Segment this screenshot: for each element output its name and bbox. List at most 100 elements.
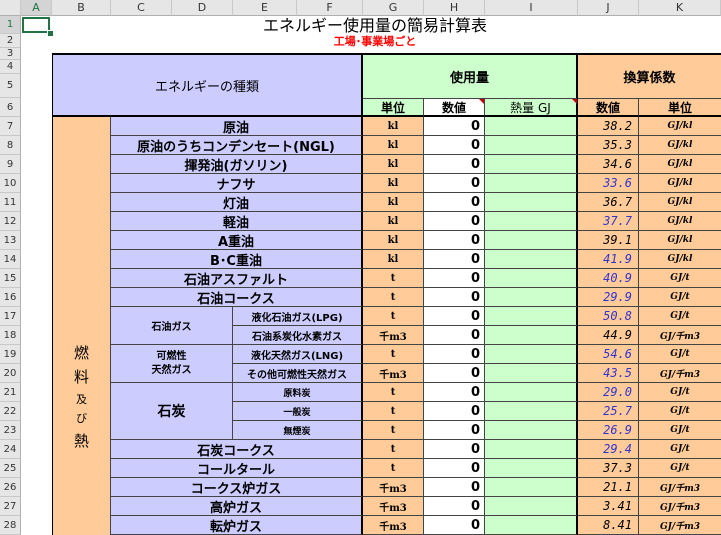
coef-unit-cell: GJ/kl	[639, 136, 721, 155]
usage-value-input[interactable]: 0	[424, 174, 485, 193]
usage-value-input[interactable]: 0	[424, 212, 485, 231]
column-header-A[interactable]: A	[21, 0, 52, 16]
comment-indicator	[572, 99, 577, 104]
selected-cell-A1[interactable]	[22, 17, 50, 33]
fuel-name: その他可燃性天然ガス	[247, 369, 347, 381]
fill-handle[interactable]	[47, 30, 54, 37]
coef-unit: GJ/t	[670, 311, 690, 321]
usage-value-input[interactable]: 0	[424, 136, 485, 155]
usage-value-input[interactable]: 0	[424, 497, 485, 516]
usage-value-input[interactable]: 0	[424, 478, 485, 497]
usage-value-input[interactable]: 0	[424, 250, 485, 269]
row-header-19[interactable]: 19	[0, 345, 21, 364]
row-header-25[interactable]: 25	[0, 459, 21, 478]
usage-value-input[interactable]: 0	[424, 421, 485, 440]
row-header-23[interactable]: 23	[0, 421, 21, 440]
coef-value: 8.41	[603, 518, 632, 532]
usage-value-input[interactable]: 0	[424, 459, 485, 478]
coef-value: 39.1	[603, 233, 632, 247]
coef-value-cell: 54.6	[578, 345, 639, 364]
usage-value-input[interactable]: 0	[424, 402, 485, 421]
usage-value-input[interactable]: 0	[424, 288, 485, 307]
row-header-17[interactable]: 17	[0, 307, 21, 326]
header-value: 数値	[424, 99, 485, 117]
header-energy-type: エネルギーの種類	[53, 55, 363, 117]
column-header-D[interactable]: D	[172, 0, 233, 16]
usage-unit: 千m3	[379, 521, 407, 533]
header-unit-label: 単位	[380, 100, 405, 115]
coef-value: 36.7	[603, 195, 632, 209]
usage-value-input[interactable]: 0	[424, 117, 485, 136]
row-header-21[interactable]: 21	[0, 383, 21, 402]
row-header-15[interactable]: 15	[0, 269, 21, 288]
group-coal: 石炭	[111, 383, 233, 440]
row-header-12[interactable]: 12	[0, 212, 21, 231]
heat-gj-cell	[485, 345, 578, 364]
fuel-name-cell: 転炉ガス	[111, 516, 363, 535]
usage-value-input[interactable]: 0	[424, 383, 485, 402]
coef-value: 29.4	[603, 442, 632, 456]
column-header-B[interactable]: B	[52, 0, 111, 16]
fuel-name: 液化石油ガス(LPG)	[251, 312, 343, 324]
row-header-22[interactable]: 22	[0, 402, 21, 421]
row-header-18[interactable]: 18	[0, 326, 21, 345]
row-header-2[interactable]: 2	[0, 34, 21, 48]
usage-value-input[interactable]: 0	[424, 516, 485, 535]
row-header-3[interactable]: 3	[0, 48, 21, 60]
usage-value-input[interactable]: 0	[424, 231, 485, 250]
usage-unit-cell: t	[363, 307, 424, 326]
coef-unit-cell: GJ/t	[639, 288, 721, 307]
coef-unit-cell: GJ/kl	[639, 212, 721, 231]
usage-unit: kl	[387, 120, 399, 132]
row-header-11[interactable]: 11	[0, 193, 21, 212]
row-header-4[interactable]: 4	[0, 60, 21, 74]
column-header-J[interactable]: J	[578, 0, 639, 16]
row-header-24[interactable]: 24	[0, 440, 21, 459]
heat-gj-cell	[485, 231, 578, 250]
row-header-7[interactable]: 7	[0, 117, 21, 136]
row-header-9[interactable]: 9	[0, 155, 21, 174]
column-header-F[interactable]: F	[297, 0, 363, 16]
coef-unit: GJ/千m3	[659, 521, 701, 532]
comment-indicator	[479, 99, 484, 104]
row-header-27[interactable]: 27	[0, 497, 21, 516]
heat-gj-cell	[485, 193, 578, 212]
usage-value-input[interactable]: 0	[424, 440, 485, 459]
row-header-16[interactable]: 16	[0, 288, 21, 307]
group-flammable-gas: 可燃性 天然ガス	[111, 345, 233, 383]
column-header-K[interactable]: K	[639, 0, 721, 16]
column-header-G[interactable]: G	[363, 0, 424, 16]
coef-unit: GJ/kl	[667, 254, 693, 264]
usage-value-input[interactable]: 0	[424, 155, 485, 174]
row-header-8[interactable]: 8	[0, 136, 21, 155]
usage-value-input[interactable]: 0	[424, 326, 485, 345]
usage-value-input[interactable]: 0	[424, 307, 485, 326]
row-header-28[interactable]: 28	[0, 516, 21, 535]
usage-value-input[interactable]: 0	[424, 345, 485, 364]
coef-value-cell: 43.5	[578, 364, 639, 383]
column-header-H[interactable]: H	[424, 0, 485, 16]
usage-value: 0	[470, 251, 480, 267]
column-header-E[interactable]: E	[233, 0, 297, 16]
row-header-14[interactable]: 14	[0, 250, 21, 269]
row-header-20[interactable]: 20	[0, 364, 21, 383]
header-heat-label: 熱量 GJ	[510, 100, 551, 115]
row-header-26[interactable]: 26	[0, 478, 21, 497]
column-header-C[interactable]: C	[111, 0, 172, 16]
usage-value-input[interactable]: 0	[424, 364, 485, 383]
usage-unit-cell: t	[363, 402, 424, 421]
coef-value-cell: 35.3	[578, 136, 639, 155]
column-header-I[interactable]: I	[485, 0, 578, 16]
usage-value-input[interactable]: 0	[424, 269, 485, 288]
select-all-corner[interactable]	[0, 0, 21, 16]
usage-value-input[interactable]: 0	[424, 193, 485, 212]
fuel-name: 一般炭	[283, 407, 311, 418]
usage-unit: kl	[387, 196, 399, 208]
row-header-1[interactable]: 1	[0, 16, 21, 34]
row-header-10[interactable]: 10	[0, 174, 21, 193]
row-header-13[interactable]: 13	[0, 231, 21, 250]
row-header-6[interactable]: 6	[0, 98, 21, 117]
fuel-name: B･C重油	[210, 253, 262, 269]
heat-gj-cell	[485, 136, 578, 155]
row-header-5[interactable]: 5	[0, 74, 21, 98]
